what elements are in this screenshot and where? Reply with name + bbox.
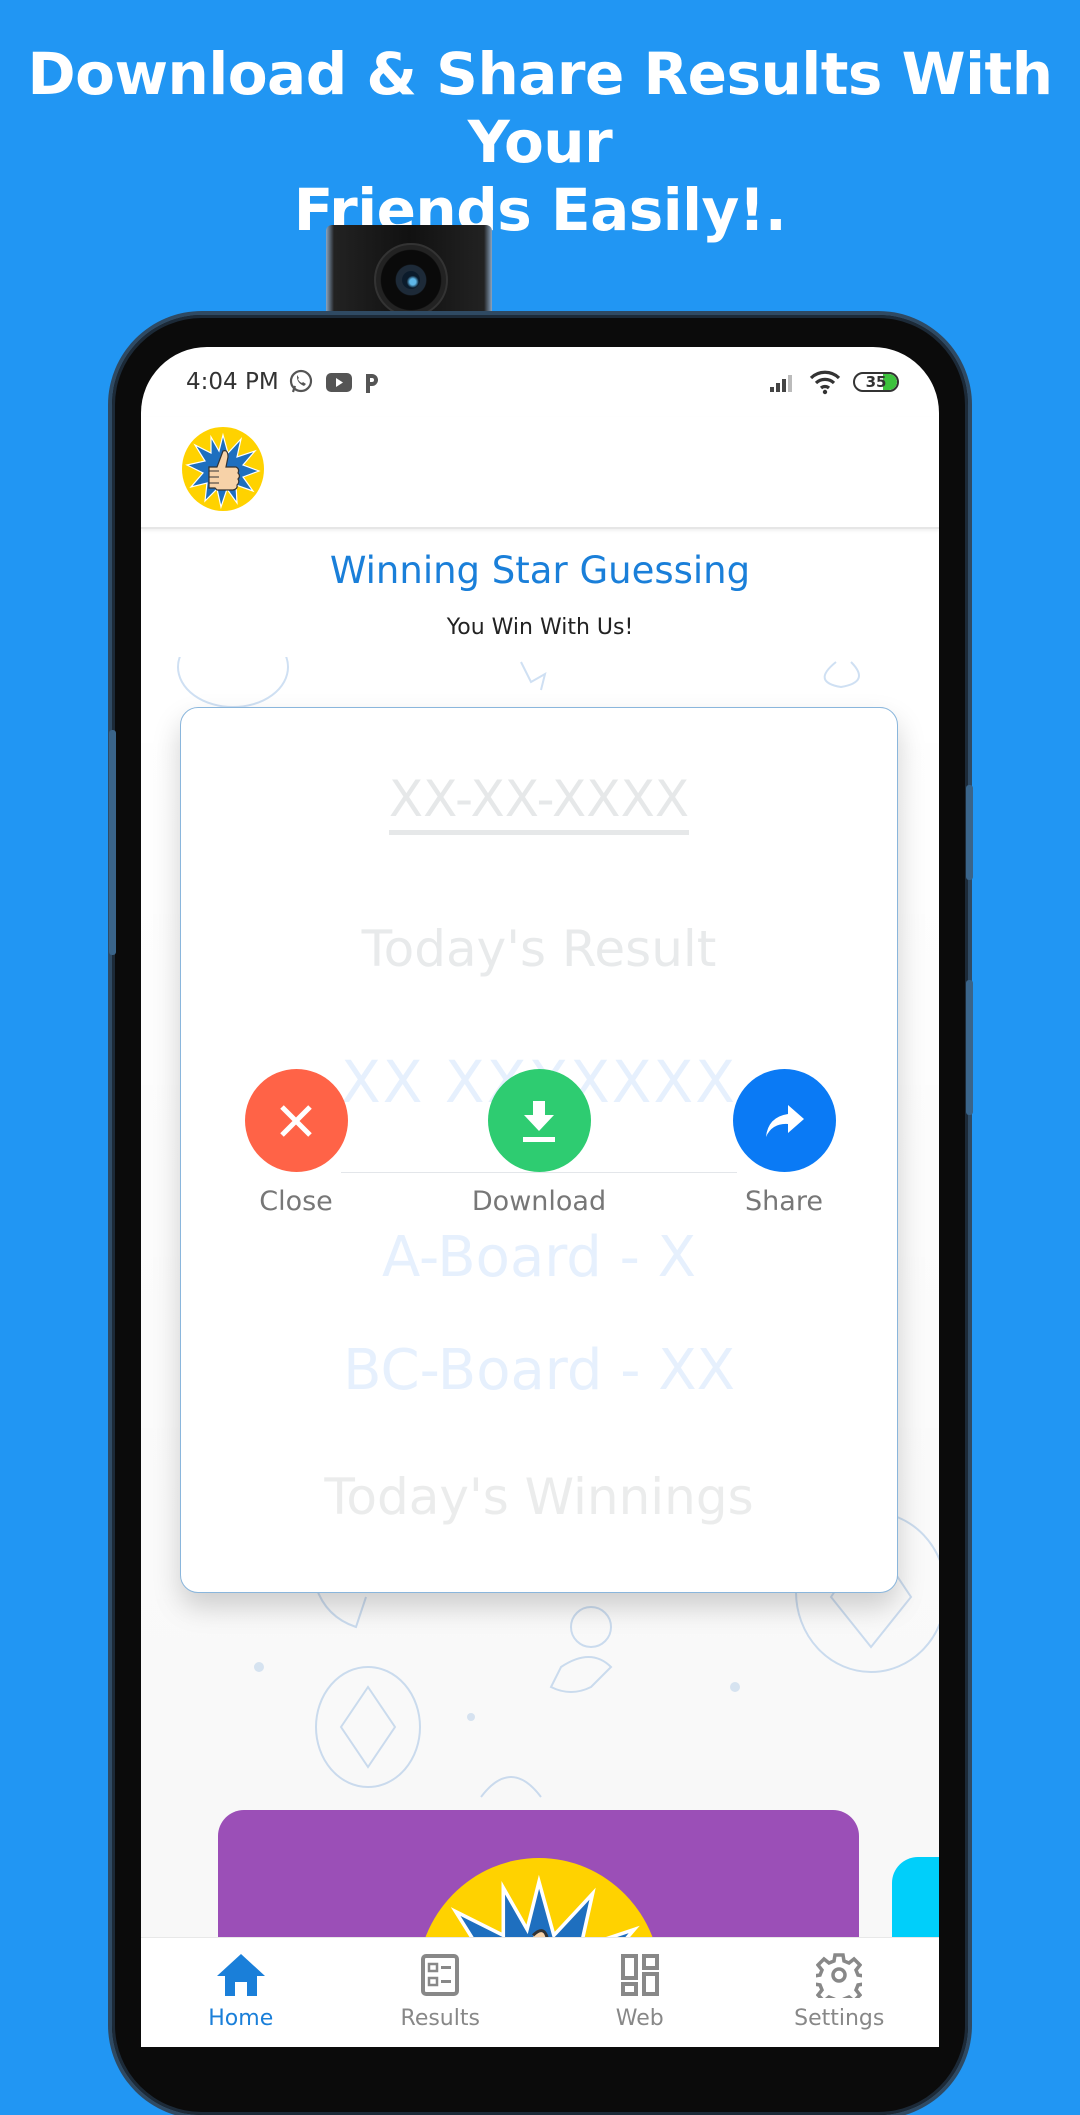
share-button[interactable]: [732, 1069, 836, 1172]
nav-item-web[interactable]: Web: [540, 1938, 740, 2047]
app-title: Winning Star Guessing: [329, 549, 751, 592]
close-action[interactable]: Close: [221, 1069, 371, 1217]
wifi-icon: [809, 370, 841, 395]
nav-label-results: Results: [400, 2006, 480, 2031]
youtube-icon: [326, 373, 352, 392]
nav-label-home: Home: [208, 2006, 274, 2031]
bottom-navigation: Home Results Web Settings: [141, 1937, 939, 2047]
phone-volume-button: [966, 980, 973, 1115]
promo-headline-line-1: Download & Share Results With Your: [27, 40, 1053, 176]
paytm-icon: [366, 374, 378, 393]
status-bar: 4:04 PM 35: [141, 347, 939, 417]
download-icon: [523, 1100, 555, 1142]
share-label: Share: [745, 1186, 823, 1217]
download-button[interactable]: [487, 1069, 591, 1172]
whatsapp-icon: [289, 369, 313, 393]
share-icon: [766, 1104, 804, 1137]
status-time: 4:04 PM: [186, 369, 279, 395]
result-date: XX-XX-XXXX: [181, 770, 897, 835]
share-action[interactable]: Share: [709, 1069, 859, 1217]
battery-level: 35: [865, 373, 887, 391]
promo-headline: Download & Share Results With Your Frien…: [0, 40, 1080, 244]
phone-screen: 4:04 PM 35 Winning Star Guessing You Win…: [141, 347, 939, 2047]
gear-icon: [816, 1953, 863, 1998]
close-label: Close: [259, 1186, 333, 1217]
nav-item-results[interactable]: Results: [341, 1938, 541, 2047]
todays-winnings-heading: Today's Winnings: [324, 1468, 754, 1526]
nav-label-settings: Settings: [794, 2006, 885, 2031]
app-logo[interactable]: [181, 427, 265, 511]
nav-label-web: Web: [615, 2006, 664, 2031]
app-subtitle: You Win With Us!: [446, 615, 634, 640]
signal-icon: [770, 375, 792, 392]
nav-item-home[interactable]: Home: [141, 1938, 341, 2047]
home-icon: [216, 1954, 265, 1996]
download-label: Download: [471, 1186, 607, 1217]
close-button[interactable]: [244, 1069, 348, 1172]
popup-camera: [326, 225, 492, 325]
promo-headline-line-2: Friends Easily!.: [293, 176, 787, 244]
close-icon: [280, 1104, 312, 1137]
download-action[interactable]: Download: [464, 1069, 614, 1217]
phone-power-button: [966, 785, 973, 880]
todays-result-heading: Today's Result: [361, 920, 717, 978]
results-icon: [421, 1954, 460, 1996]
battery-indicator: 35: [853, 372, 899, 392]
dashboard-icon: [620, 1954, 659, 1996]
nav-item-settings[interactable]: Settings: [740, 1938, 940, 2047]
app-bar: [141, 417, 939, 529]
phone-side-button: [109, 730, 116, 955]
camera-lens-icon: [374, 243, 448, 317]
a-board-result: A-Board - X: [381, 1225, 697, 1290]
bc-board-result: BC-Board - XX: [343, 1338, 735, 1403]
